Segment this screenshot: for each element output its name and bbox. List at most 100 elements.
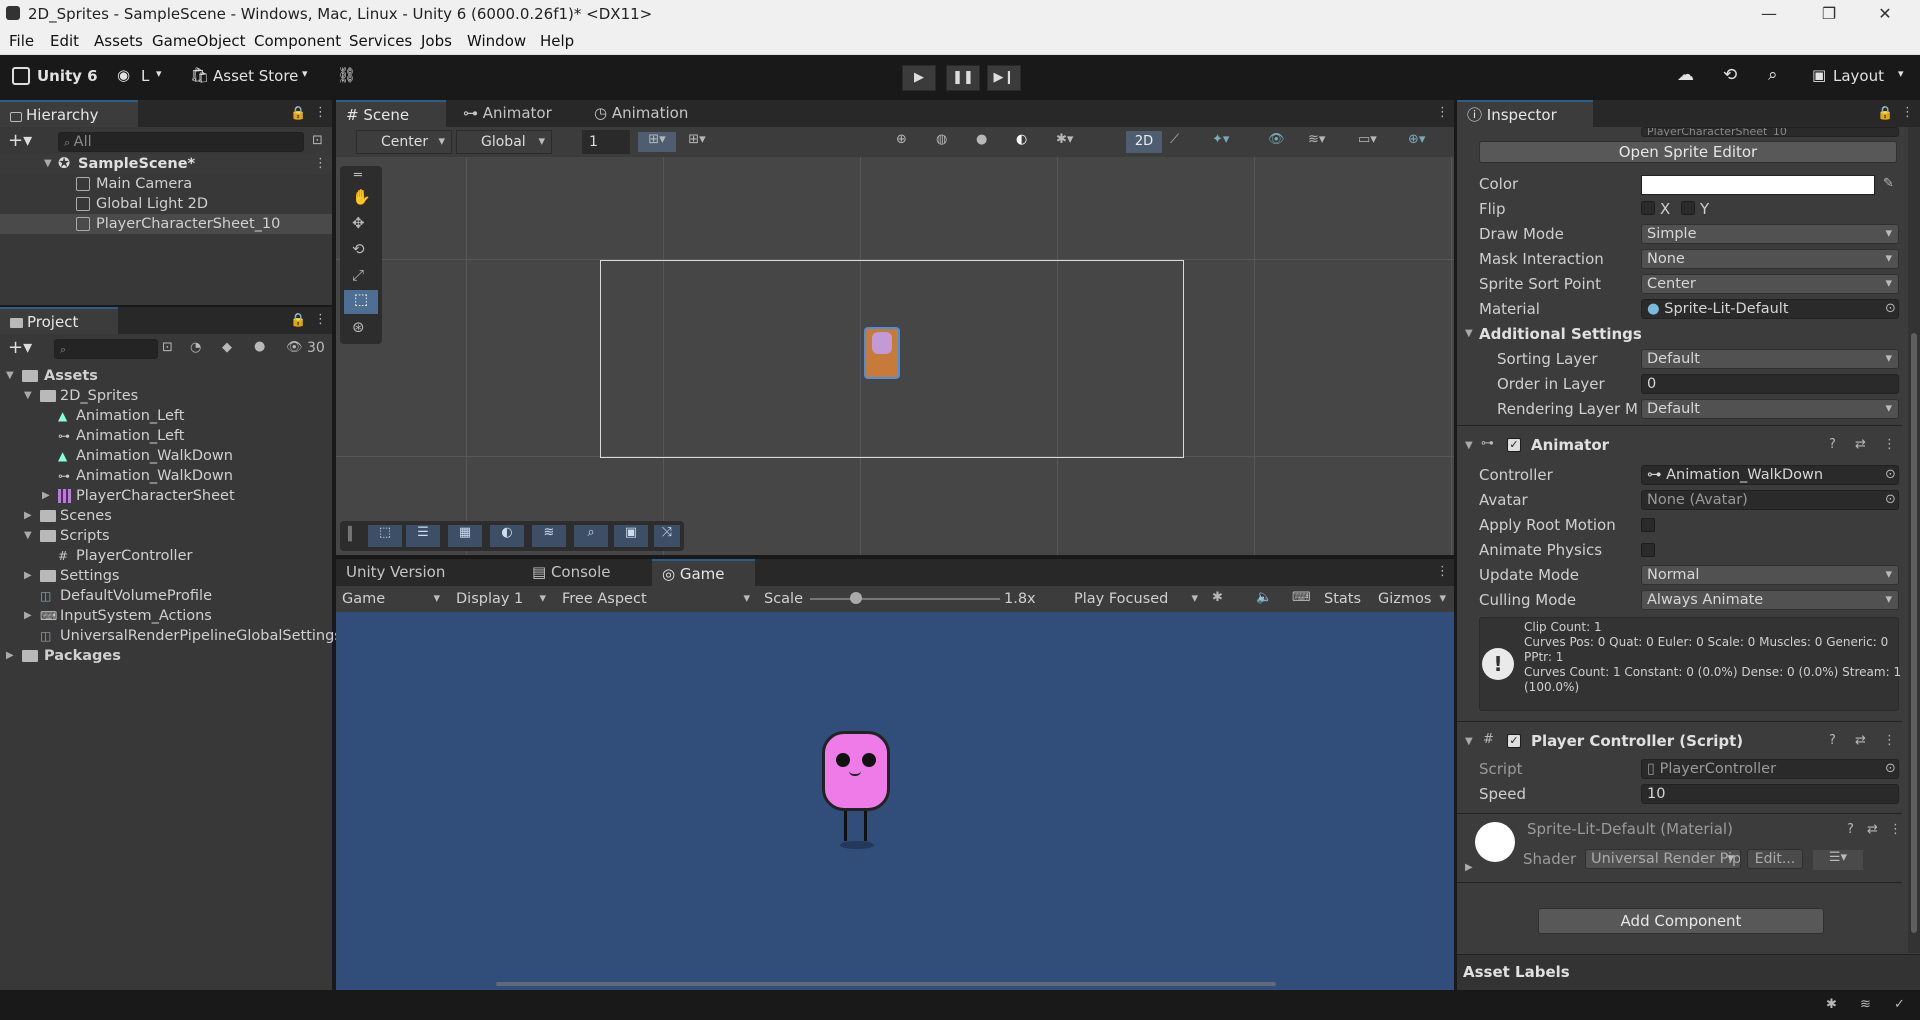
- flip-y-checkbox[interactable]: [1681, 201, 1695, 215]
- inspector-scrollbar[interactable]: [1908, 127, 1920, 953]
- player-controller-enabled-checkbox[interactable]: ✓: [1507, 734, 1521, 748]
- expand-arrow-icon[interactable]: ▼: [24, 526, 32, 546]
- culling-mode-dropdown[interactable]: Always Animate: [1641, 590, 1899, 610]
- color-swatch[interactable]: [1641, 175, 1875, 195]
- flip-x-checkbox[interactable]: [1641, 201, 1655, 215]
- preset-icon[interactable]: ⇄: [1855, 733, 1866, 748]
- scene-menu-icon[interactable]: ⋮: [314, 154, 327, 174]
- rect-select-icon[interactable]: ⬚: [368, 525, 402, 547]
- hierarchy-search-input[interactable]: ⌕ All: [58, 132, 304, 152]
- expand-arrow-icon[interactable]: ▼: [1465, 440, 1473, 451]
- help-icon[interactable]: ?: [1829, 733, 1836, 748]
- sorting-layer-dropdown[interactable]: Default: [1641, 349, 1899, 369]
- search-icon[interactable]: ⌕: [1768, 65, 1778, 85]
- preset-icon[interactable]: ⇄: [1855, 437, 1866, 452]
- gizmos-dropdown[interactable]: Gizmos: [1372, 589, 1452, 609]
- scale-slider-handle[interactable]: [849, 592, 862, 604]
- play-button[interactable]: ▶: [902, 65, 936, 91]
- filter-icon[interactable]: ◔: [190, 340, 201, 355]
- history-icon[interactable]: ⟲: [1723, 65, 1737, 85]
- expand-arrow-icon[interactable]: ▼: [44, 154, 52, 174]
- sprite-field[interactable]: PlayerCharacterSheet_10: [1641, 127, 1899, 137]
- material-field[interactable]: ● Sprite-Lit-Default: [1641, 299, 1899, 319]
- add-icon[interactable]: +▾: [8, 130, 32, 151]
- zoom-tool-icon[interactable]: ⌕: [574, 525, 608, 547]
- hierarchy-item[interactable]: Main Camera: [0, 174, 332, 194]
- project-row[interactable]: ▼ Scripts: [0, 526, 332, 546]
- project-row[interactable]: ◫ UniversalRenderPipelineGlobalSettings: [0, 626, 342, 646]
- tab-version-control[interactable]: Unity Version Control: [336, 559, 512, 608]
- space-dropdown[interactable]: Global: [456, 130, 552, 154]
- inspector-scrollbar-thumb[interactable]: [1911, 333, 1917, 933]
- tab-console[interactable]: ▤ Console: [522, 559, 621, 586]
- gizmo-orientation-icon[interactable]: ⊕: [896, 132, 907, 147]
- tab-hierarchy[interactable]: Hierarchy: [0, 100, 138, 127]
- help-icon[interactable]: ?: [1829, 437, 1836, 452]
- menu-jobs[interactable]: Jobs: [421, 32, 452, 50]
- panel-menu-icon[interactable]: ⋮: [1436, 105, 1449, 120]
- help-icon[interactable]: ?: [1847, 822, 1854, 837]
- menu-edit[interactable]: Edit: [50, 32, 79, 50]
- project-row[interactable]: ▶ PlayerCharacterSheet: [0, 486, 332, 506]
- component-menu-icon[interactable]: ⋮: [1889, 822, 1902, 837]
- search-by-type-icon[interactable]: ⊡: [162, 340, 173, 355]
- lock-icon[interactable]: 🔒: [290, 106, 306, 121]
- rendering-layer-dropdown[interactable]: Default: [1641, 399, 1899, 419]
- object-picker-icon[interactable]: ⊙: [1885, 467, 1896, 482]
- rotate-tool-icon[interactable]: ⟲: [352, 240, 365, 258]
- tab-animator[interactable]: ⊶ Animator: [453, 100, 562, 127]
- lock-icon[interactable]: 🔒: [1877, 106, 1893, 121]
- add-component-button[interactable]: Add Component: [1538, 908, 1824, 934]
- animator-header[interactable]: Animator: [1531, 436, 1609, 454]
- apply-root-motion-checkbox[interactable]: [1641, 518, 1655, 532]
- project-row[interactable]: ▲ Animation_Left: [0, 406, 332, 426]
- open-sprite-editor-button[interactable]: Open Sprite Editor: [1479, 141, 1897, 163]
- shortcuts-icon[interactable]: ⌨: [1292, 590, 1311, 605]
- move-tool-icon[interactable]: ✥: [352, 214, 365, 232]
- menu-component[interactable]: Component: [254, 32, 341, 50]
- object-picker-icon[interactable]: ⊙: [1885, 492, 1896, 507]
- stats-button[interactable]: Stats: [1324, 589, 1361, 609]
- expand-arrow-icon[interactable]: ▶: [24, 606, 32, 626]
- asset-store-button[interactable]: Asset Store: [213, 67, 298, 85]
- grid-visibility-icon[interactable]: ⊞▾: [678, 132, 716, 152]
- shading-wire-icon[interactable]: ◍: [936, 132, 947, 147]
- update-mode-dropdown[interactable]: Normal: [1641, 565, 1899, 585]
- animator-enabled-checkbox[interactable]: ✓: [1507, 438, 1521, 452]
- sprite-sort-point-dropdown[interactable]: Center: [1641, 274, 1899, 294]
- menu-file[interactable]: File: [9, 32, 34, 50]
- expand-arrow-icon[interactable]: ▶: [1465, 862, 1473, 873]
- mask-interaction-dropdown[interactable]: None: [1641, 249, 1899, 269]
- panel-menu-icon[interactable]: ⋮: [314, 312, 327, 327]
- object-picker-icon[interactable]: ⊙: [1885, 301, 1896, 316]
- tab-scene[interactable]: # Scene: [336, 100, 446, 127]
- shader-options-icon[interactable]: ☰▾: [1813, 850, 1863, 870]
- cloud-icon[interactable]: ☁: [1677, 65, 1694, 85]
- project-search-input[interactable]: ⌕: [54, 339, 158, 359]
- account-icon[interactable]: ◉: [117, 66, 130, 84]
- expand-arrow-icon[interactable]: ▼: [1465, 328, 1473, 339]
- menu-assets[interactable]: Assets: [94, 32, 143, 50]
- grid-snap-icon[interactable]: ⊞▾: [638, 132, 676, 152]
- speed-input[interactable]: 10: [1641, 784, 1899, 804]
- minimize-icon[interactable]: —: [1746, 0, 1792, 28]
- scale-tool-icon[interactable]: ⤢: [352, 266, 364, 284]
- gizmos-icon[interactable]: ⊕▾: [1408, 132, 1425, 147]
- tab-project[interactable]: Project: [0, 307, 118, 334]
- menu-window[interactable]: Window: [467, 32, 526, 50]
- scale-slider[interactable]: [810, 592, 1000, 604]
- camera-tool-icon[interactable]: ▣: [614, 525, 648, 547]
- aspect-dropdown[interactable]: Free Aspect: [556, 589, 756, 609]
- project-row[interactable]: ▼ 2D_Sprites: [0, 386, 332, 406]
- project-row[interactable]: ▶ Packages: [0, 646, 332, 666]
- avatar-field[interactable]: None (Avatar): [1641, 490, 1899, 510]
- tab-inspector[interactable]: ⓘ Inspector: [1457, 100, 1593, 127]
- panel-menu-icon[interactable]: ⋮: [314, 105, 327, 120]
- transform-tool-icon[interactable]: ⊛: [352, 318, 365, 336]
- debug-mode-icon[interactable]: ✱: [1826, 997, 1837, 1012]
- project-row[interactable]: ▶ Settings: [0, 566, 332, 586]
- scene-row[interactable]: ▼ ✪ SampleScene* ⋮: [0, 154, 332, 174]
- display-dropdown[interactable]: Display 1: [450, 589, 552, 609]
- preset-icon[interactable]: ⇄: [1867, 822, 1878, 837]
- shading-solid-icon[interactable]: ●: [976, 132, 987, 147]
